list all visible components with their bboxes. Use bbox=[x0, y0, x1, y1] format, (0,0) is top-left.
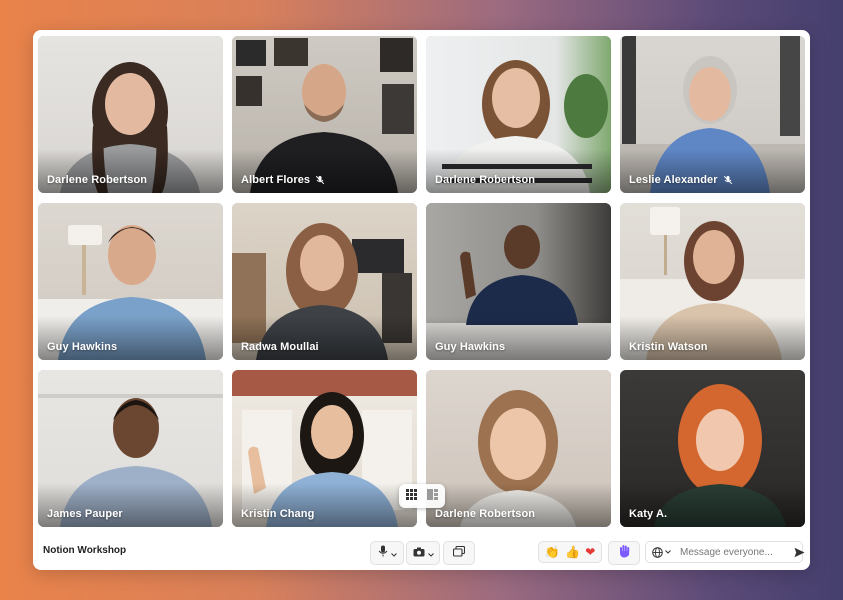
raise-hand-icon bbox=[618, 544, 631, 563]
participant-name-tag: Kristin Watson bbox=[629, 341, 708, 353]
video-tile[interactable]: Kristin Chang bbox=[232, 370, 417, 527]
participant-name-tag: Darlene Robertson bbox=[435, 174, 535, 186]
camera-button[interactable] bbox=[406, 541, 440, 565]
heart-reaction-button[interactable]: ❤ bbox=[585, 546, 595, 558]
video-tile[interactable]: Guy Hawkins bbox=[38, 203, 223, 360]
globe-icon[interactable] bbox=[652, 546, 663, 558]
chevron-down-icon bbox=[665, 550, 671, 554]
send-button[interactable] bbox=[794, 547, 805, 558]
video-tile[interactable]: Albert Flores bbox=[232, 36, 417, 193]
participant-name: Darlene Robertson bbox=[435, 508, 536, 520]
video-tile[interactable]: James Pauper bbox=[38, 370, 223, 527]
microphone-button[interactable] bbox=[370, 541, 404, 565]
participant-name-tag: Darlene Robertson bbox=[47, 174, 147, 186]
video-tile[interactable]: Darlene Robertson bbox=[426, 370, 611, 527]
participant-name-tag: Guy Hawkins bbox=[47, 341, 117, 353]
chevron-down-icon bbox=[390, 544, 397, 562]
participant-name-tag: Guy Hawkins bbox=[435, 341, 505, 353]
camera-icon bbox=[413, 544, 425, 562]
participant-name: Guy Hawkins bbox=[47, 341, 118, 353]
participant-name-tag: Katy A. bbox=[629, 508, 667, 520]
participant-name: Guy Hawkins bbox=[435, 341, 506, 353]
participant-name-tag: Radwa Moullai bbox=[241, 341, 319, 353]
sidebar-layout-icon bbox=[427, 487, 438, 505]
grid-icon bbox=[406, 487, 417, 505]
message-composer bbox=[645, 541, 805, 563]
participant-name: Darlene Robertson bbox=[435, 174, 536, 186]
participant-name-tag: Darlene Robertson bbox=[435, 508, 535, 520]
participant-name: James Pauper bbox=[47, 508, 123, 520]
screen-share-button[interactable] bbox=[443, 541, 475, 565]
participant-name-tag: Albert Flores bbox=[241, 174, 325, 186]
clap-reaction-button[interactable]: 👏 bbox=[545, 546, 560, 558]
participant-name: Kristin Chang bbox=[241, 508, 315, 520]
meeting-title: Notion Workshop bbox=[43, 545, 127, 556]
participant-name: Darlene Robertson bbox=[47, 174, 148, 186]
raise-hand-button[interactable] bbox=[608, 541, 640, 565]
meeting-window: Darlene Robertson Albert Flores Darlene … bbox=[33, 30, 810, 570]
video-tile[interactable]: Guy Hawkins bbox=[426, 203, 611, 360]
message-input[interactable] bbox=[676, 543, 792, 561]
video-grid: Darlene Robertson Albert Flores Darlene … bbox=[38, 36, 805, 527]
chevron-down-icon bbox=[427, 544, 434, 562]
video-tile[interactable]: Katy A. bbox=[620, 370, 805, 527]
sidebar-view-button[interactable] bbox=[423, 487, 442, 505]
meeting-toolbar: Notion Workshop 👏 👍 ❤ bbox=[33, 534, 810, 570]
participant-name: Radwa Moullai bbox=[241, 341, 319, 353]
thumbs-up-reaction-button[interactable]: 👍 bbox=[565, 546, 580, 558]
participant-name-tag: James Pauper bbox=[47, 508, 123, 520]
reactions-bar: 👏 👍 ❤ bbox=[538, 541, 602, 563]
participant-name: Albert Flores bbox=[241, 174, 311, 186]
video-tile[interactable]: Radwa Moullai bbox=[232, 203, 417, 360]
video-tile[interactable]: Darlene Robertson bbox=[426, 36, 611, 193]
microphone-icon bbox=[378, 544, 388, 562]
participant-name-tag: Kristin Chang bbox=[241, 508, 314, 520]
screen-share-icon bbox=[452, 544, 466, 562]
participant-name-tag: Leslie Alexander bbox=[629, 174, 733, 186]
video-tile[interactable]: Leslie Alexander bbox=[620, 36, 805, 193]
microphone-muted-icon bbox=[315, 175, 325, 185]
video-tile[interactable]: Kristin Watson bbox=[620, 203, 805, 360]
layout-toggle bbox=[399, 484, 445, 508]
participant-name: Katy A. bbox=[629, 508, 668, 520]
video-tile[interactable]: Darlene Robertson bbox=[38, 36, 223, 193]
participant-name: Leslie Alexander bbox=[629, 174, 718, 186]
send-icon bbox=[794, 547, 805, 557]
grid-view-button[interactable] bbox=[402, 487, 421, 505]
participant-name: Kristin Watson bbox=[629, 341, 708, 353]
microphone-muted-icon bbox=[723, 175, 733, 185]
